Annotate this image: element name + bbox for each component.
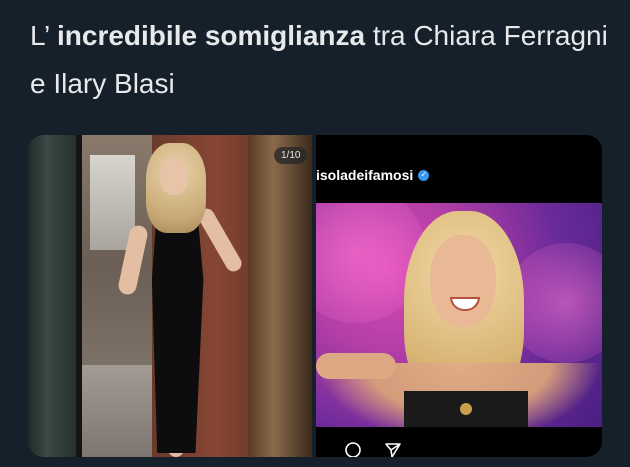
tweet-text: L’ incredibile somiglianza tra Chiara Fe… — [30, 12, 610, 108]
share-icon[interactable] — [384, 441, 402, 457]
gold-button — [460, 403, 472, 415]
instagram-header: isoladeifamosi ✓ — [316, 165, 430, 185]
photo-ilary-blasi[interactable]: isoladeifamosi ✓ — [316, 135, 602, 457]
tweet-text-prefix: L’ — [30, 20, 57, 51]
photo-chiara-ferragni[interactable]: 1/10 — [28, 135, 312, 457]
comment-icon[interactable] — [344, 441, 362, 457]
figure-arm — [316, 353, 396, 379]
mirror-frame — [28, 135, 76, 457]
instagram-actions — [344, 441, 402, 457]
figure-face — [430, 235, 496, 327]
verified-icon: ✓ — [418, 169, 430, 181]
figure-face — [160, 157, 188, 195]
page-counter: 1/10 — [274, 147, 308, 164]
media-grid: 1/10 isoladeifamosi ✓ — [28, 135, 602, 457]
account-name: isoladeifamosi — [316, 167, 414, 183]
door — [248, 135, 312, 457]
tweet-text-bold: incredibile somiglianza — [57, 20, 366, 51]
instagram-image — [316, 203, 602, 427]
